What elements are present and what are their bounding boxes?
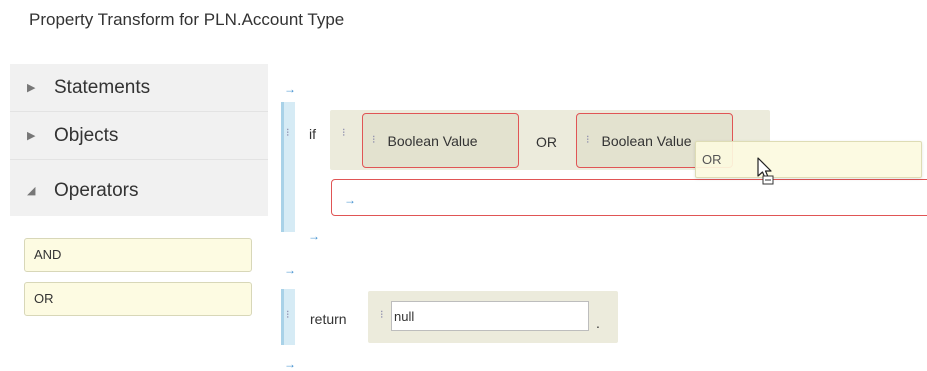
drop-target-arrow-icon: → xyxy=(344,193,356,207)
move-cursor-icon xyxy=(757,157,774,185)
palette-category-statements[interactable]: ▶ Statements xyxy=(10,64,268,112)
page-title: Property Transform for PLN.Account Type xyxy=(29,10,345,29)
operator-keyword: OR xyxy=(536,134,557,150)
palette-category-objects[interactable]: ▶ Objects xyxy=(10,112,268,160)
grip-icon: ⁝ xyxy=(286,309,290,321)
category-label: Operators xyxy=(54,179,139,201)
caret-right-icon: ▶ xyxy=(27,130,36,142)
drop-target-arrow-icon[interactable]: → xyxy=(284,83,296,95)
return-keyword: return xyxy=(310,311,347,327)
if-statement-handle[interactable]: ⁝ xyxy=(281,102,295,232)
statement-terminator: . xyxy=(596,315,600,331)
if-keyword: if xyxy=(309,126,316,142)
palette-category-operators[interactable]: ◢ Operators xyxy=(10,165,268,216)
grip-icon[interactable]: ⁝ xyxy=(380,310,384,321)
category-label: Statements xyxy=(54,76,151,98)
return-value-input[interactable] xyxy=(391,301,589,331)
dragged-operator-ghost[interactable]: OR xyxy=(695,141,922,178)
grip-icon: ⁝ xyxy=(286,127,290,139)
then-statements-slot[interactable]: → xyxy=(331,179,927,216)
grip-icon[interactable]: ⁝ xyxy=(342,128,346,139)
drop-target-arrow-icon[interactable]: → xyxy=(284,358,296,370)
ghost-label: OR xyxy=(702,152,722,167)
grip-icon: ⁝ xyxy=(586,134,590,146)
grip-icon: ⁝ xyxy=(372,134,376,146)
caret-right-icon: ▶ xyxy=(27,82,36,94)
operand-label: Boolean Value xyxy=(387,132,478,149)
left-operand-slot[interactable]: ⁝ Boolean Value xyxy=(362,113,519,168)
operand-label: Boolean Value xyxy=(601,132,692,149)
drop-target-arrow-icon[interactable]: → xyxy=(284,264,296,276)
palette-categories: ▶ Statements ▶ Objects ◢ Operators xyxy=(10,64,268,216)
category-label: Objects xyxy=(54,124,119,146)
operator-item-and[interactable]: AND xyxy=(24,238,252,272)
operator-item-or[interactable]: OR xyxy=(24,282,252,316)
return-statement-handle[interactable]: ⁝ xyxy=(281,289,295,345)
drop-target-arrow-icon[interactable]: → xyxy=(308,230,320,242)
caret-down-icon: ◢ xyxy=(27,185,36,197)
